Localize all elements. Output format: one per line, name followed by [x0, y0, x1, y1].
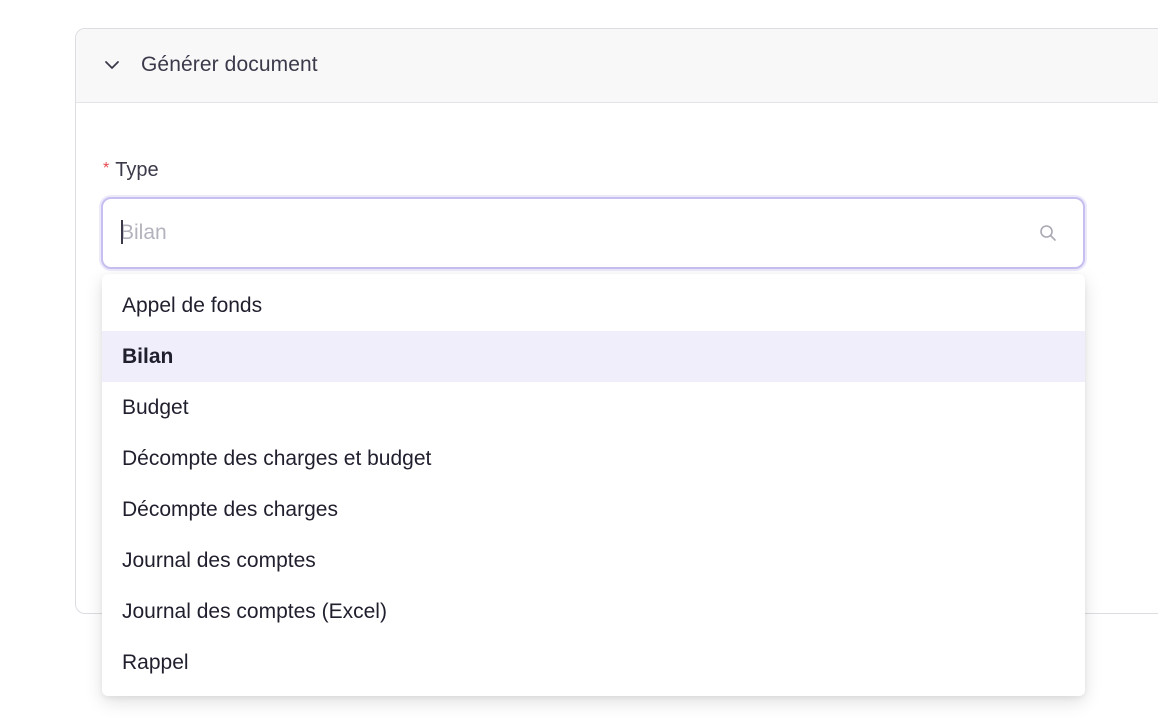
option-bilan[interactable]: Bilan [102, 331, 1085, 382]
option-budget[interactable]: Budget [102, 382, 1085, 433]
panel-title: Générer document [141, 53, 318, 76]
search-icon[interactable] [1039, 224, 1057, 242]
option-journal-des-comptes[interactable]: Journal des comptes [102, 535, 1085, 586]
type-select[interactable] [101, 197, 1085, 269]
option-rappel[interactable]: Rappel [102, 637, 1085, 688]
text-cursor [121, 220, 123, 244]
panel-header[interactable]: Générer document [76, 29, 1158, 103]
option-decompte-charges-et-budget[interactable]: Décompte des charges et budget [102, 433, 1085, 484]
required-marker: * [103, 160, 110, 177]
option-journal-des-comptes-excel[interactable]: Journal des comptes (Excel) [102, 586, 1085, 637]
chevron-down-icon[interactable] [104, 59, 120, 71]
page: Générer document * Type Appel de fonds Bi… [0, 0, 1158, 726]
type-label-text: Type [115, 159, 159, 181]
option-appel-de-fonds[interactable]: Appel de fonds [102, 280, 1085, 331]
type-dropdown-menu: Appel de fonds Bilan Budget Décompte des… [102, 274, 1085, 696]
option-decompte-charges[interactable]: Décompte des charges [102, 484, 1085, 535]
type-field-label: * Type [103, 159, 159, 182]
type-search-input[interactable] [120, 217, 1020, 249]
